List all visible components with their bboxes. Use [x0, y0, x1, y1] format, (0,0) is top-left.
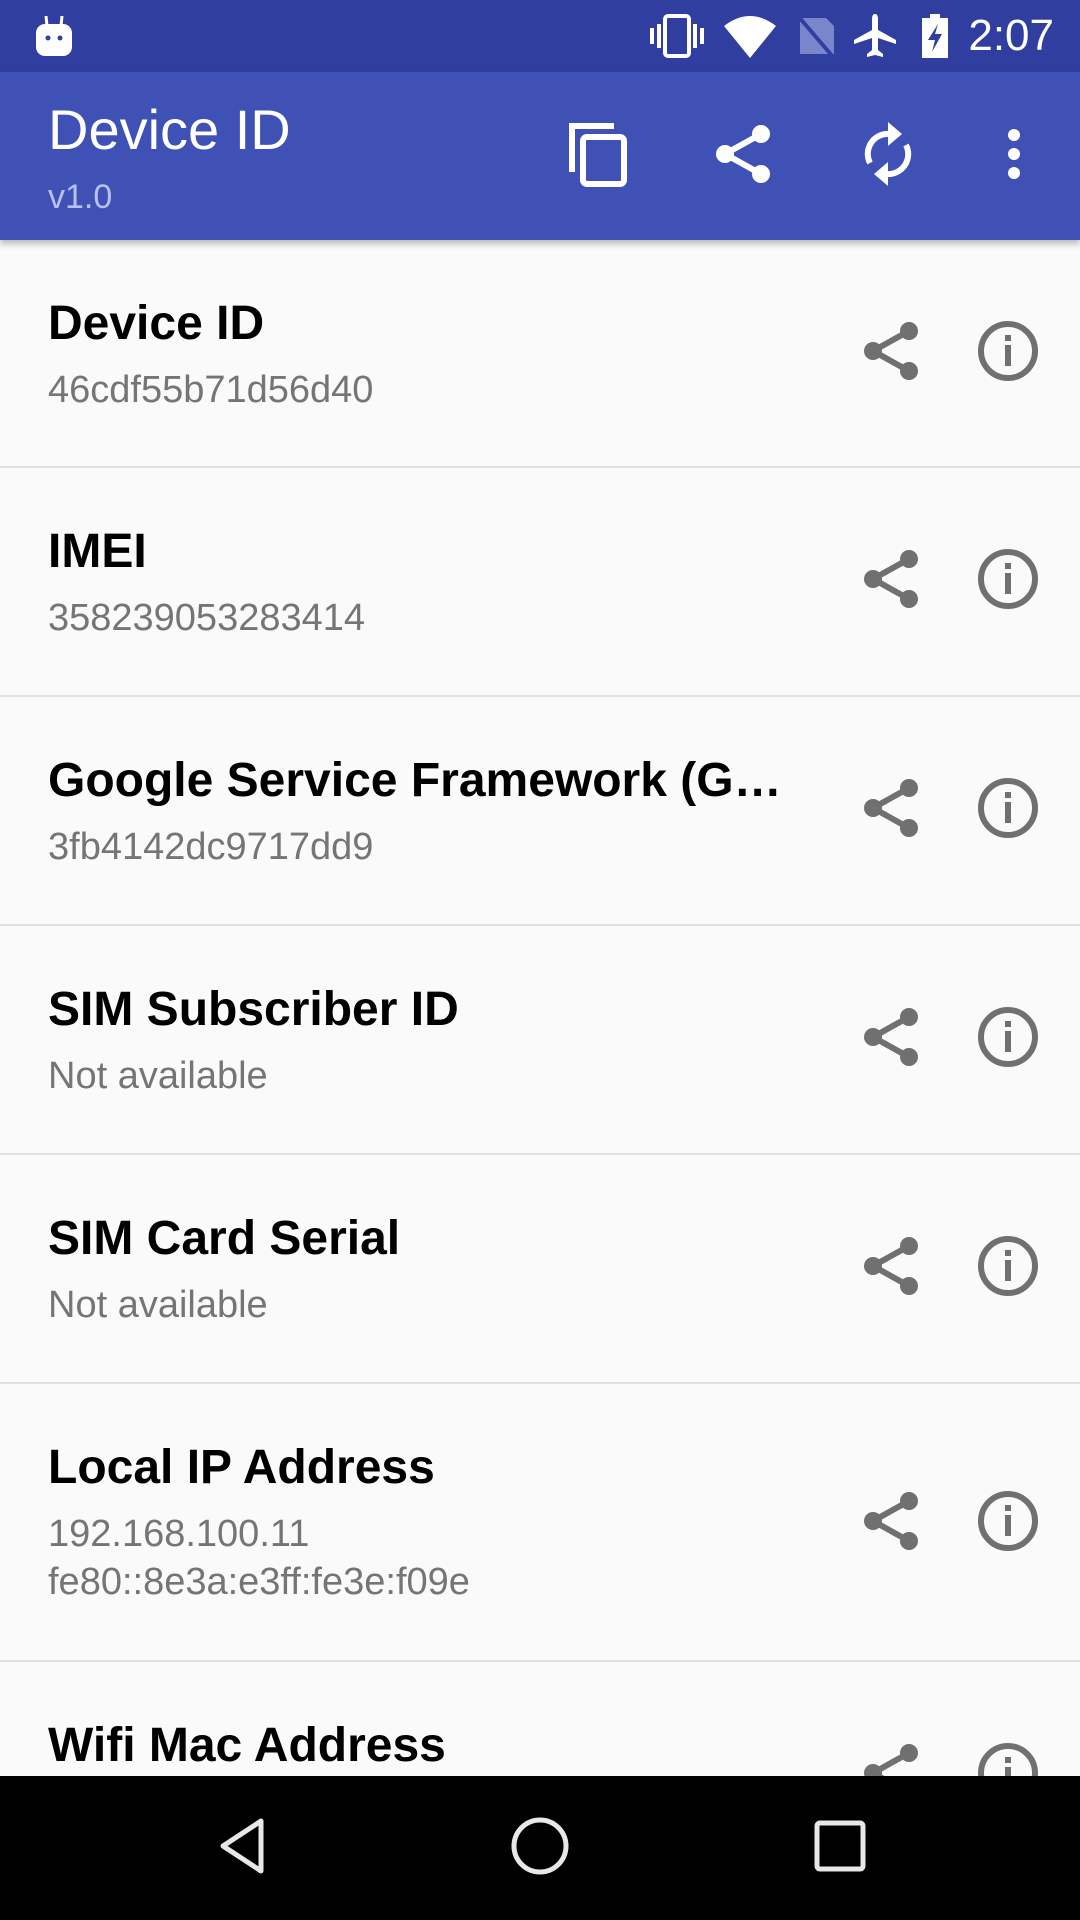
- no-sim-icon: [796, 12, 836, 60]
- share-icon: [713, 122, 773, 191]
- share-all-button[interactable]: [703, 116, 783, 196]
- list-item-wifi-mac-address[interactable]: Wifi Mac Address: [0, 1662, 1080, 1776]
- item-share-button[interactable]: [856, 1740, 926, 1776]
- info-icon: [977, 1006, 1039, 1073]
- item-title: Wifi Mac Address: [48, 1719, 446, 1772]
- share-icon: [863, 1743, 919, 1776]
- app-version: v1.0: [48, 178, 113, 216]
- list-item-local-ip-address[interactable]: Local IP Address 192.168.100.11 fe80::8e…: [0, 1384, 1080, 1662]
- refresh-icon: [860, 121, 916, 192]
- list-item-imei[interactable]: IMEI 358239053283414: [0, 468, 1080, 697]
- item-info-button[interactable]: [973, 775, 1043, 845]
- list-item-gsf[interactable]: Google Service Framework (GSF) 3fb4142dc…: [0, 697, 1080, 926]
- status-bar: 2:07: [0, 0, 1080, 72]
- item-info-button[interactable]: [973, 1004, 1043, 1074]
- info-icon: [977, 548, 1039, 615]
- item-info-button[interactable]: [973, 1740, 1043, 1776]
- info-icon: [977, 1235, 1039, 1302]
- item-value: Not available: [48, 1055, 268, 1097]
- app-toolbar: Device ID v1.0: [0, 72, 1080, 240]
- item-share-button[interactable]: [856, 546, 926, 616]
- item-info-button[interactable]: [973, 546, 1043, 616]
- item-title: Google Service Framework (GSF): [48, 754, 808, 807]
- recents-icon: [814, 1820, 866, 1877]
- navigation-bar: [0, 1776, 1080, 1920]
- app-title: Device ID: [48, 98, 291, 161]
- share-icon: [863, 778, 919, 843]
- status-clock: 2:07: [968, 11, 1054, 60]
- item-share-button[interactable]: [856, 775, 926, 845]
- item-value: 3fb4142dc9717dd9: [48, 826, 374, 868]
- item-share-button[interactable]: [856, 1004, 926, 1074]
- list-item-device-id[interactable]: Device ID 46cdf55b71d56d40: [0, 240, 1080, 468]
- more-options-button[interactable]: [974, 116, 1054, 196]
- back-button[interactable]: [202, 1808, 282, 1888]
- item-title: Device ID: [48, 297, 265, 350]
- item-title: Local IP Address: [48, 1441, 435, 1494]
- item-info-button[interactable]: [973, 318, 1043, 388]
- airplane-mode-icon: [852, 12, 898, 60]
- item-share-button[interactable]: [856, 318, 926, 388]
- more-options-icon: [1006, 128, 1022, 185]
- notification-android-icon: [34, 12, 74, 60]
- item-info-button[interactable]: [973, 1488, 1043, 1558]
- item-share-button[interactable]: [856, 1488, 926, 1558]
- share-icon: [863, 321, 919, 386]
- info-icon: [977, 320, 1039, 387]
- back-icon: [217, 1817, 267, 1880]
- info-icon: [977, 1490, 1039, 1557]
- item-value: 46cdf55b71d56d40: [48, 369, 374, 411]
- share-icon: [863, 549, 919, 614]
- copy-all-button[interactable]: [558, 116, 638, 196]
- share-icon: [863, 1236, 919, 1301]
- item-info-button[interactable]: [973, 1233, 1043, 1303]
- vibrate-icon: [648, 12, 706, 60]
- item-value: Not available: [48, 1284, 268, 1326]
- list-item-sim-card-serial[interactable]: SIM Card Serial Not available: [0, 1155, 1080, 1384]
- info-icon: [977, 777, 1039, 844]
- item-share-button[interactable]: [856, 1233, 926, 1303]
- home-icon: [510, 1816, 570, 1881]
- home-button[interactable]: [500, 1808, 580, 1888]
- battery-charging-icon: [920, 12, 950, 60]
- item-title: SIM Subscriber ID: [48, 983, 459, 1036]
- info-icon: [977, 1742, 1039, 1776]
- wifi-icon: [722, 12, 778, 60]
- item-value: 358239053283414: [48, 597, 366, 639]
- item-title: SIM Card Serial: [48, 1212, 401, 1265]
- item-value: 192.168.100.11 fe80::8e3a:e3ff:fe3e:f09e: [48, 1513, 470, 1603]
- device-info-list[interactable]: Device ID 46cdf55b71d56d40 IMEI 35823905…: [0, 240, 1080, 1776]
- copy-icon: [566, 120, 630, 193]
- share-icon: [863, 1491, 919, 1556]
- list-item-sim-subscriber-id[interactable]: SIM Subscriber ID Not available: [0, 926, 1080, 1155]
- recents-button[interactable]: [800, 1808, 880, 1888]
- item-title: IMEI: [48, 525, 147, 578]
- share-icon: [863, 1007, 919, 1072]
- refresh-button[interactable]: [848, 116, 928, 196]
